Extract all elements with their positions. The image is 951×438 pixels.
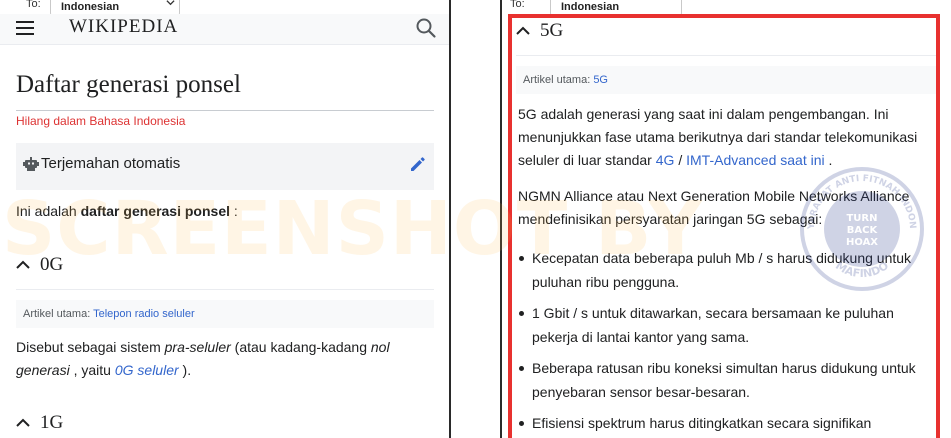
auto-translate-bar: Terjemahan otomatis — [16, 143, 434, 190]
highlight-box — [508, 14, 940, 438]
paragraph-0g-line-2: generasi , yaitu 0G seluler ). — [16, 359, 436, 382]
hatnote-prefix: Artikel utama: — [23, 308, 94, 320]
wikipedia-header: WIKIPEDIA — [0, 14, 450, 45]
section-divider — [16, 289, 434, 290]
pencil-icon[interactable] — [409, 155, 427, 173]
intro-paragraph: Ini adalah daftar generasi ponsel : — [16, 203, 238, 219]
language-value: Indonesian — [61, 1, 120, 13]
chevron-up-icon — [16, 418, 30, 427]
menu-icon[interactable] — [16, 21, 34, 35]
intro-bold: daftar generasi ponsel — [80, 203, 230, 219]
italic-run: generasi — [16, 362, 70, 378]
italic-run: pra-seluler — [164, 339, 231, 355]
search-icon[interactable] — [415, 17, 437, 39]
link-0g-seluler[interactable]: 0G seluler — [115, 362, 179, 378]
left-panel: To: Indonesian WIKIPEDIA Daftar generasi… — [0, 0, 450, 438]
italic-run: nol — [370, 339, 390, 355]
missing-language-notice[interactable]: Hilang dalam Bahasa Indonesia — [16, 114, 185, 128]
chevron-down-icon — [166, 0, 175, 6]
text-run: ). — [178, 362, 192, 378]
gap — [451, 0, 500, 438]
paragraph-0g-line-1: Disebut sebagai sistem pra-seluler (atau… — [16, 336, 436, 359]
to-label: To: — [510, 0, 525, 10]
hatnote-link[interactable]: Telepon radio seluler — [93, 308, 195, 320]
paragraph-0g: Disebut sebagai sistem pra-seluler (atau… — [16, 336, 436, 382]
auto-translate-label: Terjemahan otomatis — [41, 155, 181, 172]
text-run: , yaitu — [69, 362, 115, 378]
wikipedia-wordmark[interactable]: WIKIPEDIA — [69, 16, 178, 38]
language-value: Indonesian — [561, 1, 620, 13]
chevron-up-icon — [16, 260, 30, 269]
section-0g-title: 0G — [40, 254, 64, 275]
text-run: Disebut sebagai sistem — [16, 339, 165, 355]
to-label: To: — [26, 0, 41, 10]
robot-icon — [23, 157, 39, 171]
section-1g-title: 1G — [40, 412, 64, 433]
section-1g-heading[interactable]: 1G — [16, 412, 63, 434]
title-divider — [16, 110, 434, 111]
text-run: (atau kadang-kadang — [230, 339, 371, 355]
section-0g-heading[interactable]: 0G — [16, 254, 63, 276]
language-bar: To: Indonesian — [0, 0, 450, 16]
hatnote-0g: Artikel utama: Telepon radio seluler — [16, 300, 434, 328]
intro-suffix: : — [230, 203, 238, 219]
intro-prefix: Ini adalah — [16, 203, 81, 219]
language-bar: To: Indonesian — [502, 0, 951, 16]
page-title: Daftar generasi ponsel — [16, 71, 241, 98]
